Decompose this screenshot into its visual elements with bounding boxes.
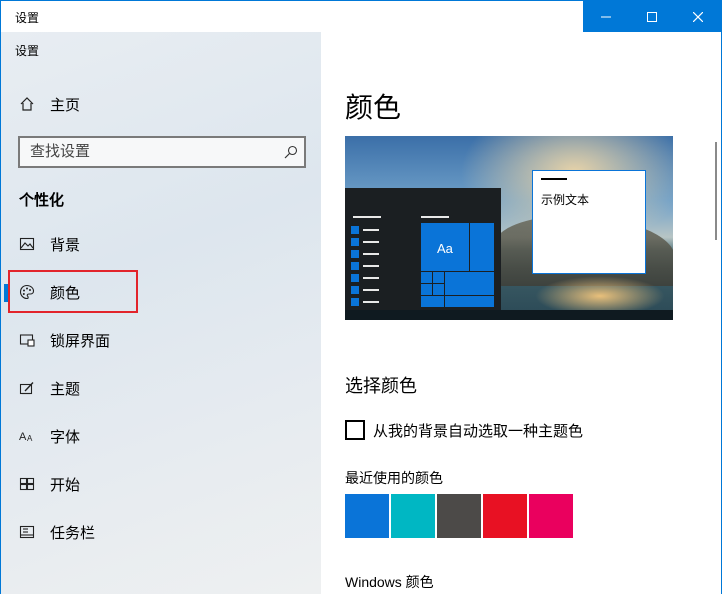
preview-tile-text: Aa bbox=[437, 241, 453, 256]
color-swatch[interactable] bbox=[345, 494, 389, 538]
home-icon bbox=[19, 96, 35, 112]
sidebar-item-label: 主页 bbox=[50, 97, 81, 114]
sidebar-item-label: 背景 bbox=[50, 237, 81, 254]
sidebar-item-label: 字体 bbox=[50, 429, 81, 446]
windows-colors-title: Windows 颜色 bbox=[345, 574, 434, 590]
minimize-icon bbox=[601, 16, 611, 18]
sidebar-item-taskbar[interactable]: 任务栏 bbox=[1, 512, 322, 552]
main-content: 颜色 Aa 示例文本 选择颜色 从我的背景自动选取一种主题色 最近使用的颜色 W… bbox=[321, 32, 722, 594]
sidebar-item-label: 开始 bbox=[50, 477, 81, 494]
color-swatch[interactable] bbox=[529, 494, 573, 538]
sidebar-app-title: 设置 bbox=[15, 44, 40, 58]
auto-pick-checkbox[interactable] bbox=[345, 420, 365, 440]
section-title: 个性化 bbox=[19, 192, 65, 209]
preview-window: 示例文本 bbox=[532, 170, 646, 274]
window-controls bbox=[583, 1, 721, 33]
sidebar-item-fonts[interactable]: AA 字体 bbox=[1, 416, 322, 456]
sidebar-item-background[interactable]: 背景 bbox=[1, 224, 322, 264]
page-title: 颜色 bbox=[345, 92, 402, 123]
svg-text:A: A bbox=[27, 434, 33, 443]
sidebar-item-label: 任务栏 bbox=[50, 525, 96, 542]
preview-tile: Aa bbox=[420, 222, 470, 272]
highlight-box bbox=[8, 270, 138, 313]
choose-color-title: 选择颜色 bbox=[345, 376, 417, 396]
recent-colors-title: 最近使用的颜色 bbox=[345, 470, 443, 486]
close-button[interactable] bbox=[675, 1, 721, 33]
start-icon bbox=[19, 476, 35, 492]
minimize-button[interactable] bbox=[583, 1, 629, 33]
maximize-icon bbox=[647, 12, 657, 22]
preview-sample-text: 示例文本 bbox=[541, 193, 590, 207]
lockscreen-icon bbox=[19, 332, 35, 348]
font-icon: AA bbox=[19, 428, 35, 444]
color-swatch[interactable] bbox=[483, 494, 527, 538]
auto-pick-row[interactable]: 从我的背景自动选取一种主题色 bbox=[345, 420, 583, 440]
svg-text:A: A bbox=[19, 431, 27, 443]
theme-icon bbox=[19, 380, 35, 396]
close-icon bbox=[693, 12, 703, 22]
sidebar-item-start[interactable]: 开始 bbox=[1, 464, 322, 504]
sidebar-item-lockscreen[interactable]: 锁屏界面 bbox=[1, 320, 322, 360]
sidebar-item-home[interactable]: 主页 bbox=[1, 90, 322, 118]
picture-icon bbox=[19, 236, 35, 252]
color-swatch[interactable] bbox=[437, 494, 481, 538]
maximize-button[interactable] bbox=[629, 1, 675, 33]
sidebar-item-themes[interactable]: 主题 bbox=[1, 368, 322, 408]
taskbar-icon bbox=[19, 524, 35, 540]
title-bar: 设置 bbox=[0, 0, 722, 33]
auto-pick-label[interactable]: 从我的背景自动选取一种主题色 bbox=[373, 420, 583, 441]
color-swatch[interactable] bbox=[391, 494, 435, 538]
sidebar: 设置 主页 个性化 背景 颜色 锁屏界面 主题 bbox=[0, 32, 321, 594]
sidebar-item-label: 锁屏界面 bbox=[50, 333, 111, 350]
preview-taskbar bbox=[345, 310, 673, 320]
preview-start-menu: Aa bbox=[345, 188, 501, 310]
search-icon[interactable] bbox=[284, 145, 298, 164]
scrollbar[interactable] bbox=[715, 142, 717, 240]
recent-colors bbox=[345, 494, 575, 538]
color-preview: Aa 示例文本 bbox=[345, 136, 673, 320]
search-input[interactable] bbox=[30, 143, 270, 160]
search-box[interactable] bbox=[18, 136, 306, 168]
sidebar-item-label: 主题 bbox=[50, 381, 81, 398]
window-title: 设置 bbox=[15, 11, 40, 25]
